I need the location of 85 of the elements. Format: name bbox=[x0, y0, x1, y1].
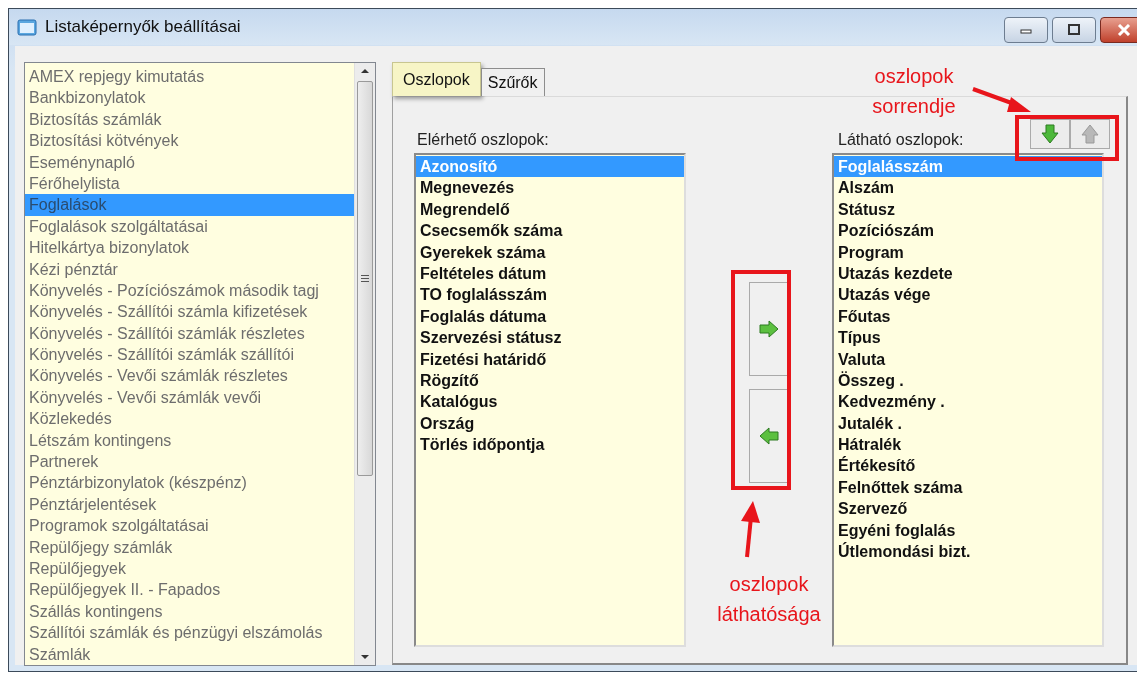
list-item[interactable]: Foglalás dátuma bbox=[416, 305, 684, 328]
list-item[interactable]: Szállítói számlák és pénzügyi elszámolás bbox=[25, 622, 354, 644]
list-item[interactable]: Feltételes dátum bbox=[416, 262, 684, 285]
up-arrow-icon bbox=[1081, 124, 1099, 144]
list-item[interactable]: Pozíciószám bbox=[834, 220, 1102, 242]
list-item[interactable]: Fizetési határidő bbox=[416, 348, 684, 370]
list-item[interactable]: Utazás vége bbox=[834, 284, 1102, 306]
scrollbar-thumb[interactable] bbox=[357, 81, 373, 476]
list-item[interactable]: Hátralék bbox=[834, 434, 1102, 456]
list-item[interactable]: Könyvelés - Vevői számlák részletes bbox=[25, 365, 354, 387]
add-column-button[interactable] bbox=[748, 282, 790, 376]
list-item[interactable]: Valuta bbox=[834, 348, 1102, 370]
list-item[interactable]: Típus bbox=[834, 327, 1102, 349]
close-button[interactable] bbox=[1100, 17, 1137, 43]
list-item[interactable]: Egyéni foglalás bbox=[834, 519, 1102, 542]
list-item[interactable]: Felnőttek száma bbox=[834, 476, 1102, 499]
list-item[interactable]: Férőhelylista bbox=[25, 172, 354, 195]
annotation-text: oszlopok láthatósága bbox=[716, 572, 822, 627]
list-item[interactable]: Szervezési státusz bbox=[416, 327, 684, 349]
list-item[interactable]: Könyvelés - Pozíciószámok második tagj bbox=[25, 279, 354, 302]
remove-column-button[interactable] bbox=[748, 389, 790, 483]
visible-columns-list[interactable] bbox=[832, 153, 1104, 647]
list-item[interactable]: Kedvezmény . bbox=[834, 391, 1102, 413]
list-item[interactable]: TO foglalásszám bbox=[416, 284, 684, 306]
list-item[interactable]: Hitelkártya bizonylatok bbox=[25, 237, 354, 259]
list-item[interactable]: Státusz bbox=[834, 198, 1102, 221]
list-item[interactable]: Repülőjegy számlák bbox=[25, 536, 354, 558]
list-item[interactable]: Szervező bbox=[834, 498, 1102, 520]
window-icon bbox=[17, 18, 37, 36]
list-item[interactable]: Pénztárbizonylatok (készpénz) bbox=[25, 472, 354, 494]
down-arrow-icon bbox=[1041, 124, 1059, 144]
scrollbar[interactable] bbox=[354, 63, 375, 665]
list-item[interactable]: Összeg . bbox=[834, 369, 1102, 392]
list-item[interactable]: Foglalások szolgáltatásai bbox=[25, 215, 354, 238]
grip-icon bbox=[360, 274, 370, 283]
tab[interactable]: Oszlopok bbox=[392, 62, 481, 96]
list-item[interactable]: Ország bbox=[416, 412, 684, 435]
tab[interactable]: Szűrők bbox=[480, 68, 545, 96]
list-item[interactable]: Pénztárjelentések bbox=[25, 493, 354, 516]
list-label: Látható oszlopok: bbox=[838, 131, 964, 149]
list-item[interactable]: Könyvelés - Szállítói számlák szállítói bbox=[25, 344, 354, 366]
list-item[interactable]: Katalógus bbox=[416, 391, 684, 413]
list-item[interactable]: Biztosítás számlák bbox=[25, 108, 354, 131]
list-item[interactable]: Partnerek bbox=[25, 451, 354, 473]
list-item[interactable]: Létszám kontingens bbox=[25, 429, 354, 452]
minimize-button[interactable] bbox=[1004, 17, 1048, 43]
list-item[interactable]: Bankbizonylatok bbox=[25, 87, 354, 109]
list-item[interactable]: Jutalék . bbox=[834, 412, 1102, 435]
list-item[interactable]: Értékesítő bbox=[834, 455, 1102, 477]
left-arrow-icon bbox=[759, 427, 779, 445]
list-item[interactable]: Biztosítási kötvények bbox=[25, 130, 354, 152]
list-item[interactable]: Megnevezés bbox=[416, 177, 684, 199]
close-icon bbox=[1117, 24, 1131, 36]
list-item[interactable]: Könyvelés - Szállítói számlák részletes bbox=[25, 322, 354, 345]
list-item[interactable]: Alszám bbox=[834, 177, 1102, 199]
list-item[interactable]: Csecsemők száma bbox=[416, 220, 684, 242]
list-item[interactable]: Programok szolgáltatásai bbox=[25, 515, 354, 537]
window-title: Listaképernyők beállításai bbox=[45, 17, 241, 37]
list-item[interactable]: Számlák bbox=[25, 643, 354, 665]
list-item[interactable]: Könyvelés - Szállítói számla kifizetések bbox=[25, 301, 354, 323]
maximize-icon bbox=[1067, 24, 1081, 36]
list-item[interactable]: Könyvelés - Vevői számlák vevői bbox=[25, 386, 354, 409]
available-columns-list[interactable]: Azonosító Megnevezés Megrendelő Csecsemők száma Gyerekek száma Feltételes dátum TO foglalásszám Foglalás dátuma Szervezési státusz Fizetési határidő Rögzítő Katalógus Ország Törlés időpontja bbox=[414, 153, 686, 647]
list-label: Elérhető oszlopok: bbox=[417, 131, 549, 149]
annotation-text: oszlopok sorrendje bbox=[871, 64, 957, 119]
list-item[interactable]: Eseménynapló bbox=[25, 151, 354, 173]
list-item[interactable]: Törlés időpontja bbox=[416, 434, 684, 456]
right-arrow-icon bbox=[759, 320, 779, 338]
report-list[interactable] bbox=[24, 62, 376, 666]
list-item[interactable]: Szállás kontingens bbox=[25, 600, 354, 623]
list-item[interactable]: Repülőjegyek bbox=[25, 558, 354, 580]
annotation-arrow bbox=[971, 85, 1033, 115]
list-item[interactable]: Kézi pénztár bbox=[25, 258, 354, 280]
list-item[interactable]: Útlemondási bizt. bbox=[834, 541, 1102, 563]
list-item[interactable]: Rögzítő bbox=[416, 369, 684, 392]
list-item[interactable]: Közlekedés bbox=[25, 408, 354, 430]
list-item[interactable]: Gyerekek száma bbox=[416, 241, 684, 263]
list-item[interactable]: Főutas bbox=[834, 305, 1102, 328]
list-item[interactable]: Megrendelő bbox=[416, 198, 684, 221]
list-item[interactable]: Repülőjegyek II. - Fapados bbox=[25, 579, 354, 601]
list-item[interactable]: Program bbox=[834, 241, 1102, 263]
maximize-button[interactable] bbox=[1052, 17, 1096, 43]
list-item[interactable]: AMEX repjegy kimutatás bbox=[25, 66, 354, 88]
move-down-button[interactable] bbox=[1030, 119, 1070, 149]
list-item[interactable]: Utazás kezdete bbox=[834, 262, 1102, 285]
